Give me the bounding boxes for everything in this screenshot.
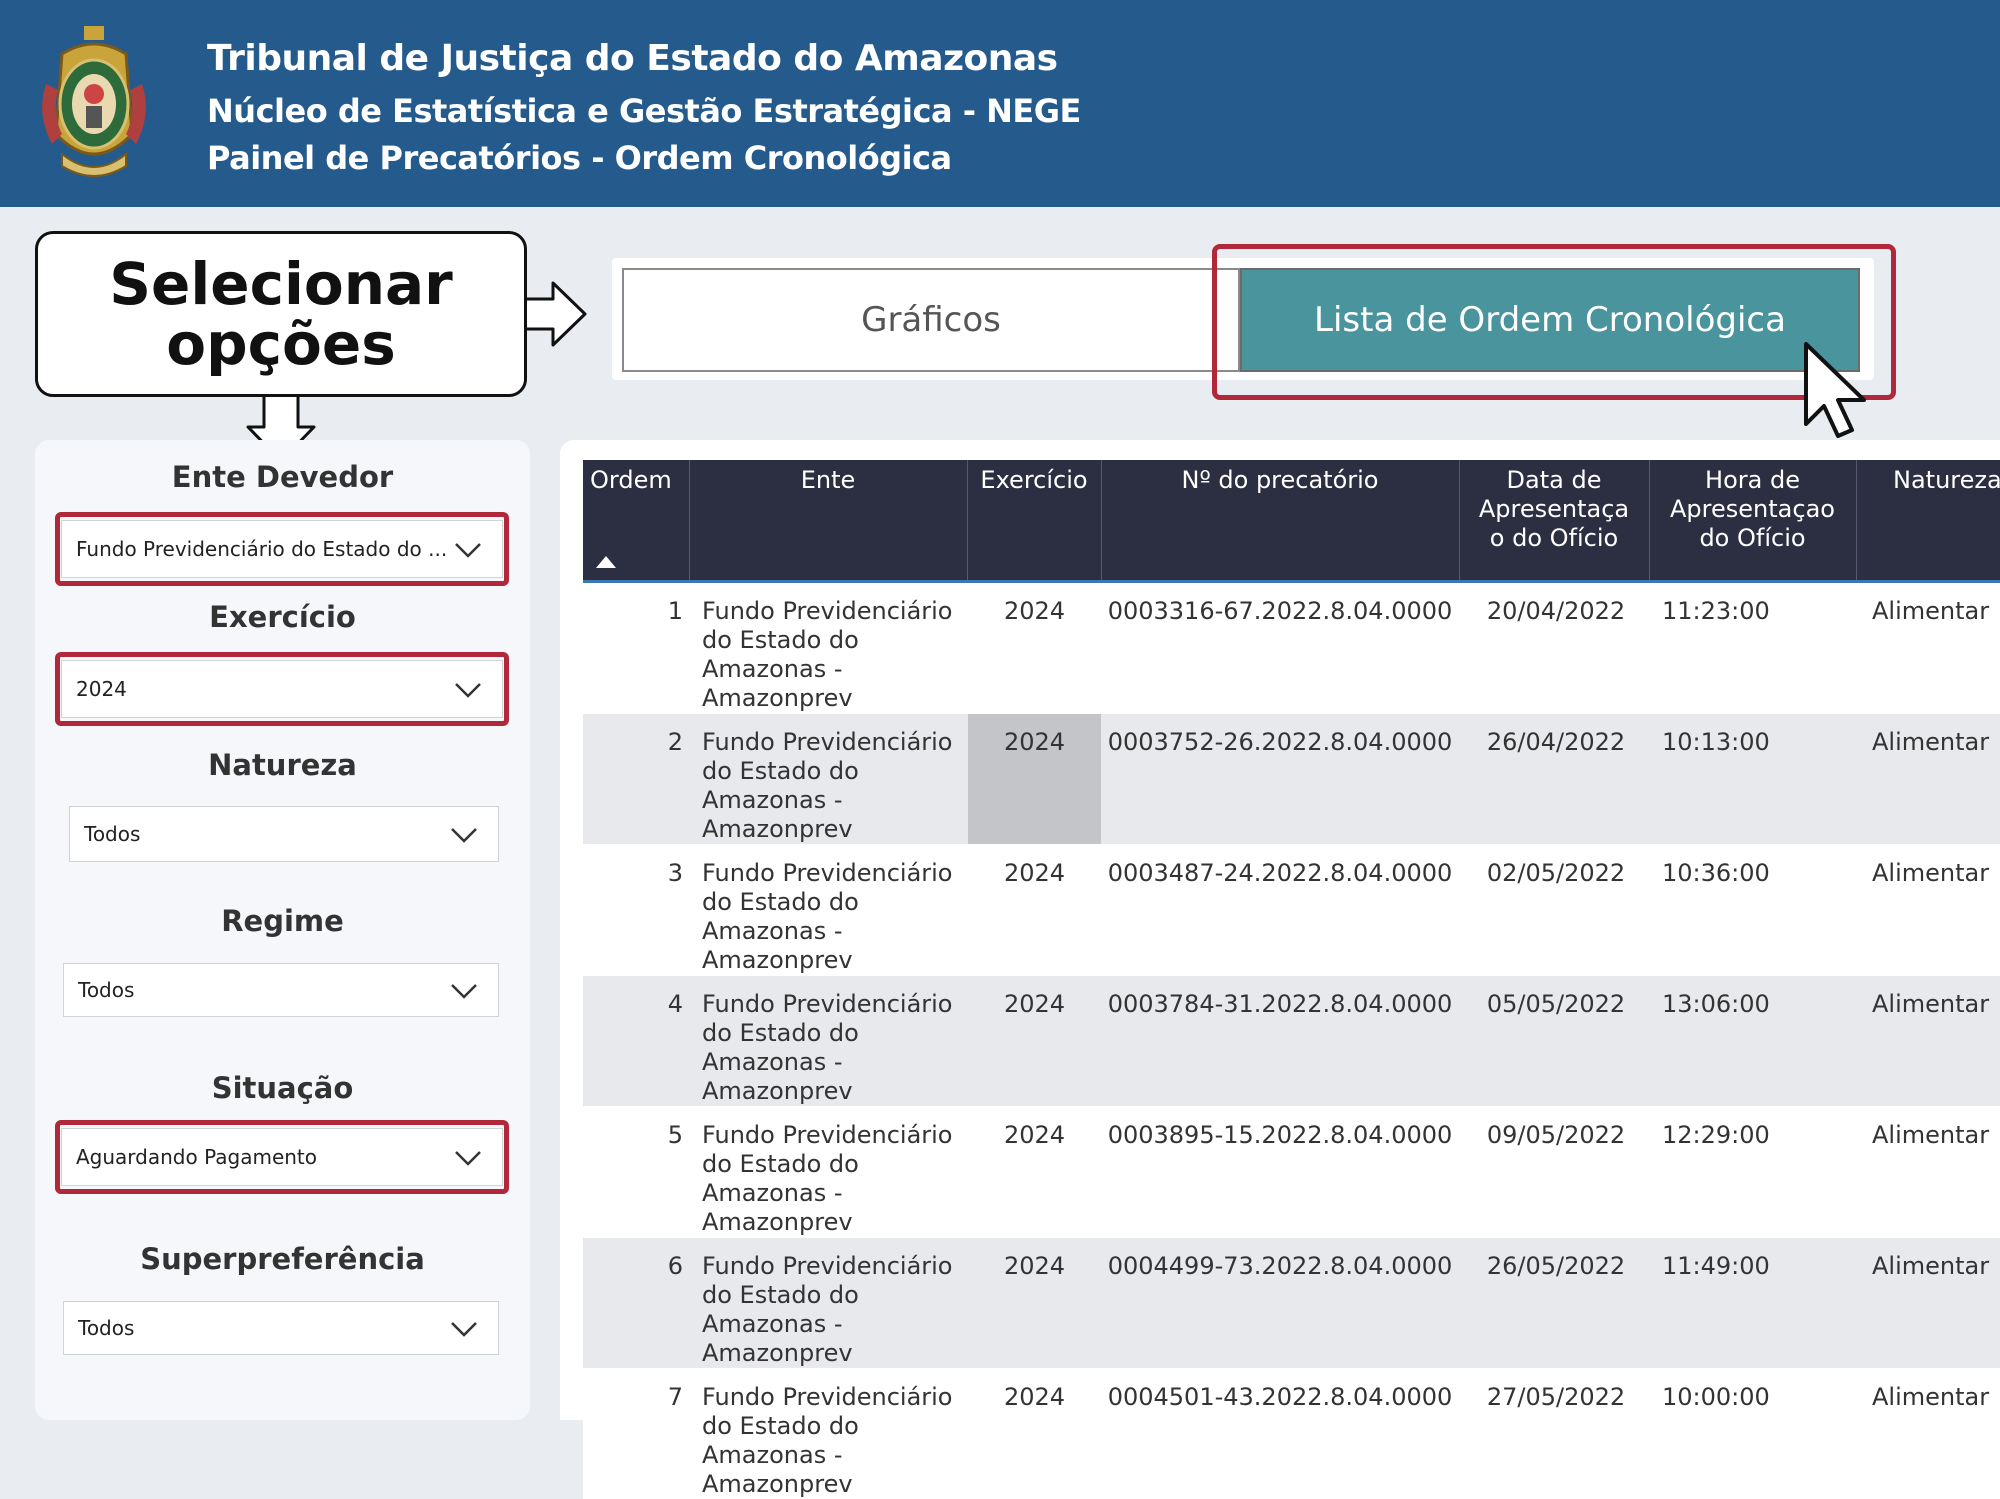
filter-label-exercicio: Exercício bbox=[209, 600, 356, 634]
cell-exercicio: 2024 bbox=[1003, 728, 1066, 756]
sort-ascending-icon[interactable] bbox=[596, 556, 616, 568]
cell-data-apresentacao: 09/05/2022 bbox=[1486, 1121, 1626, 1149]
cell-ente: Fundo Previdenciário do Estado do Amazon… bbox=[702, 859, 953, 974]
cell-numero-precatorio: 0003895-15.2022.8.04.0000 bbox=[1107, 1121, 1453, 1149]
natureza-dropdown[interactable]: Todos bbox=[69, 806, 499, 862]
cell-natureza: Alimentar bbox=[1872, 728, 1990, 756]
cell-ente: Fundo Previdenciário do Estado do Amazon… bbox=[702, 1252, 953, 1367]
col-header-ordem[interactable]: Ordem bbox=[590, 466, 672, 495]
cell-exercicio: 2024 bbox=[1003, 990, 1066, 1018]
cell-exercicio: 2024 bbox=[1003, 597, 1066, 625]
cell-hora-apresentacao: 12:29:00 bbox=[1662, 1121, 1770, 1149]
cell-hora-apresentacao: 11:49:00 bbox=[1662, 1252, 1770, 1280]
filter-label-situacao: Situação bbox=[211, 1071, 354, 1105]
col-header-data[interactable]: Data de Apresentaça o do Ofício bbox=[1459, 466, 1649, 553]
cell-exercicio: 2024 bbox=[1003, 1252, 1066, 1280]
cell-ordem: 5 bbox=[667, 1121, 683, 1149]
cell-data-apresentacao: 26/05/2022 bbox=[1486, 1252, 1626, 1280]
tjam-emblem-icon bbox=[42, 26, 146, 177]
cell-ordem: 2 bbox=[667, 728, 683, 756]
tab-graficos[interactable]: Gráficos bbox=[622, 268, 1240, 372]
cell-exercicio: 2024 bbox=[1003, 1383, 1066, 1411]
cell-natureza: Alimentar bbox=[1872, 859, 1990, 887]
filter-label-natureza: Natureza bbox=[208, 748, 357, 782]
superpreferencia-dropdown[interactable]: Todos bbox=[63, 1301, 499, 1355]
cell-ordem: 4 bbox=[667, 990, 683, 1018]
column-divider bbox=[1856, 460, 1857, 580]
col-header-hora[interactable]: Hora de Apresentaçao do Ofício bbox=[1649, 466, 1856, 553]
cell-ente: Fundo Previdenciário do Estado do Amazon… bbox=[702, 990, 953, 1105]
exercicio-highlight-box bbox=[55, 652, 509, 726]
cell-hora-apresentacao: 10:36:00 bbox=[1662, 859, 1770, 887]
callout-line-2: opções bbox=[166, 310, 396, 378]
col-header-hora-line3: do Ofício bbox=[1699, 524, 1806, 552]
col-header-data-line3: o do Ofício bbox=[1489, 524, 1619, 552]
natureza-value: Todos bbox=[84, 822, 141, 846]
cell-exercicio: 2024 bbox=[1003, 1121, 1066, 1149]
situacao-highlight-box bbox=[55, 1120, 509, 1194]
cell-data-apresentacao: 05/05/2022 bbox=[1486, 990, 1626, 1018]
col-header-exercicio[interactable]: Exercício bbox=[967, 466, 1101, 495]
cell-numero-precatorio: 0003784-31.2022.8.04.0000 bbox=[1107, 990, 1453, 1018]
cell-data-apresentacao: 26/04/2022 bbox=[1486, 728, 1626, 756]
cell-ordem: 3 bbox=[667, 859, 683, 887]
cell-exercicio: 2024 bbox=[1003, 859, 1066, 887]
col-header-hora-line2: Apresentaçao bbox=[1670, 495, 1835, 523]
cell-ordem: 6 bbox=[667, 1252, 683, 1280]
cell-ordem: 7 bbox=[667, 1383, 683, 1411]
col-header-hora-line1: Hora de bbox=[1705, 466, 1800, 494]
app-header: Tribunal de Justiça do Estado do Amazona… bbox=[0, 0, 2000, 207]
chevron-down-icon bbox=[451, 984, 477, 999]
mouse-pointer-icon bbox=[1804, 342, 1866, 438]
col-header-data-line2: Apresentaça bbox=[1478, 495, 1630, 523]
cell-ente: Fundo Previdenciário do Estado do Amazon… bbox=[702, 597, 953, 712]
cell-data-apresentacao: 20/04/2022 bbox=[1486, 597, 1626, 625]
col-header-ente[interactable]: Ente bbox=[689, 466, 967, 495]
cell-natureza: Alimentar bbox=[1872, 597, 1990, 625]
cell-numero-precatorio: 0003316-67.2022.8.04.0000 bbox=[1107, 597, 1453, 625]
filter-label-regime: Regime bbox=[221, 904, 344, 938]
cell-hora-apresentacao: 13:06:00 bbox=[1662, 990, 1770, 1018]
cell-natureza: Alimentar bbox=[1872, 1252, 1990, 1280]
cell-natureza: Alimentar bbox=[1872, 990, 1990, 1018]
superpreferencia-value: Todos bbox=[78, 1316, 135, 1340]
callout-line-1: Selecionar bbox=[109, 250, 453, 318]
cell-numero-precatorio: 0004501-43.2022.8.04.0000 bbox=[1107, 1383, 1453, 1411]
cell-hora-apresentacao: 10:13:00 bbox=[1662, 728, 1770, 756]
cell-ente: Fundo Previdenciário do Estado do Amazon… bbox=[702, 1383, 953, 1498]
cell-natureza: Alimentar bbox=[1872, 1383, 1990, 1411]
tab-highlight-box bbox=[1212, 244, 1896, 400]
arrow-right-icon bbox=[527, 281, 587, 347]
cell-ente: Fundo Previdenciário do Estado do Amazon… bbox=[702, 1121, 953, 1236]
col-header-data-line1: Data de bbox=[1506, 466, 1602, 494]
chevron-down-icon bbox=[451, 828, 477, 843]
cell-hora-apresentacao: 11:23:00 bbox=[1662, 597, 1770, 625]
cell-numero-precatorio: 0003752-26.2022.8.04.0000 bbox=[1107, 728, 1453, 756]
cell-data-apresentacao: 27/05/2022 bbox=[1486, 1383, 1626, 1411]
filter-label-superpreferencia: Superpreferência bbox=[140, 1242, 425, 1276]
cell-natureza: Alimentar bbox=[1872, 1121, 1990, 1149]
regime-value: Todos bbox=[78, 978, 135, 1002]
filter-label-ente: Ente Devedor bbox=[171, 460, 394, 494]
header-title: Tribunal de Justiça do Estado do Amazona… bbox=[207, 38, 1058, 79]
header-subtitle-nege: Núcleo de Estatística e Gestão Estratégi… bbox=[207, 92, 1081, 130]
header-subtitle-painel: Painel de Precatórios - Ordem Cronológic… bbox=[207, 139, 952, 177]
regime-dropdown[interactable]: Todos bbox=[63, 963, 499, 1017]
col-header-natureza[interactable]: Natureza bbox=[1893, 466, 2000, 495]
cell-ordem: 1 bbox=[667, 597, 683, 625]
ente-highlight-box bbox=[55, 512, 509, 586]
col-header-numero[interactable]: Nº do precatório bbox=[1101, 466, 1459, 495]
cell-ente: Fundo Previdenciário do Estado do Amazon… bbox=[702, 728, 953, 843]
cell-numero-precatorio: 0004499-73.2022.8.04.0000 bbox=[1107, 1252, 1453, 1280]
select-options-callout: Selecionar opções bbox=[35, 231, 527, 397]
cell-hora-apresentacao: 10:00:00 bbox=[1662, 1383, 1770, 1411]
chevron-down-icon bbox=[451, 1322, 477, 1337]
cell-numero-precatorio: 0003487-24.2022.8.04.0000 bbox=[1107, 859, 1453, 887]
cell-data-apresentacao: 02/05/2022 bbox=[1486, 859, 1626, 887]
